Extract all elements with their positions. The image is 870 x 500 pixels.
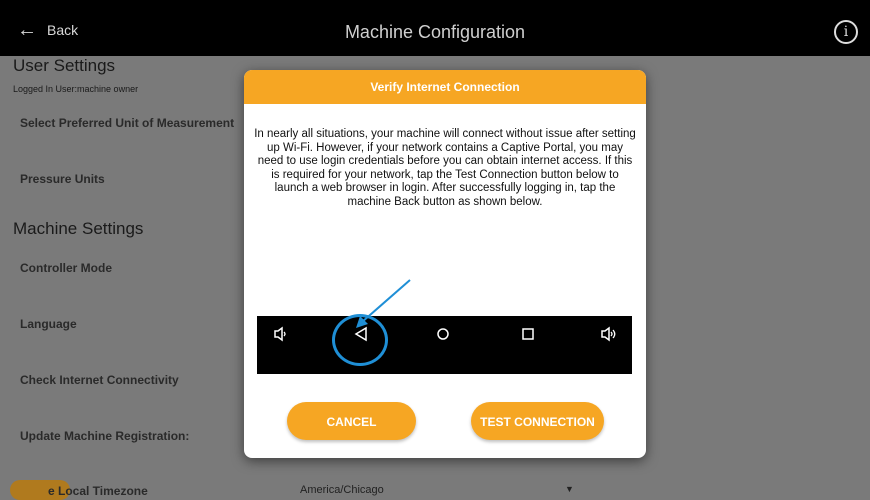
logged-in-user: Logged In User:machine owner bbox=[13, 84, 139, 94]
timezone-select[interactable]: America/Chicago bbox=[300, 484, 384, 496]
update-registration-item[interactable]: Update Machine Registration: bbox=[20, 429, 189, 443]
dialog-message: In nearly all situations, your machine w… bbox=[254, 128, 636, 208]
home-circle-icon bbox=[437, 328, 449, 340]
volume-up-icon bbox=[601, 326, 616, 342]
check-internet-item[interactable]: Check Internet Connectivity bbox=[20, 373, 179, 387]
dropdown-caret-icon: ▼ bbox=[565, 484, 574, 494]
unit-of-measurement-item[interactable]: Select Preferred Unit of Measurement bbox=[20, 116, 234, 130]
machine-settings-heading: Machine Settings bbox=[13, 219, 144, 238]
dialog-title: Verify Internet Connection bbox=[244, 70, 646, 104]
controller-mode-item[interactable]: Controller Mode bbox=[20, 261, 112, 275]
timezone-label: e Local Timezone bbox=[48, 484, 148, 498]
verify-connection-dialog: Verify Internet Connection In nearly all… bbox=[244, 70, 646, 458]
language-item[interactable]: Language bbox=[20, 317, 77, 331]
pointer-arrow-icon bbox=[356, 279, 411, 328]
recents-square-icon bbox=[522, 328, 534, 340]
test-connection-button[interactable]: TEST CONNECTION bbox=[471, 402, 604, 440]
status-bar bbox=[0, 0, 870, 8]
cancel-button[interactable]: CANCEL bbox=[287, 402, 416, 440]
navigation-bar-illustration bbox=[257, 314, 632, 374]
page-title: Machine Configuration bbox=[344, 22, 526, 42]
info-icon[interactable]: i bbox=[834, 20, 858, 44]
user-settings-heading: User Settings bbox=[13, 56, 116, 75]
volume-down-icon bbox=[274, 326, 286, 342]
pressure-units-item[interactable]: Pressure Units bbox=[20, 172, 105, 186]
app-bar: ← Back Machine Configuration i bbox=[0, 8, 870, 56]
